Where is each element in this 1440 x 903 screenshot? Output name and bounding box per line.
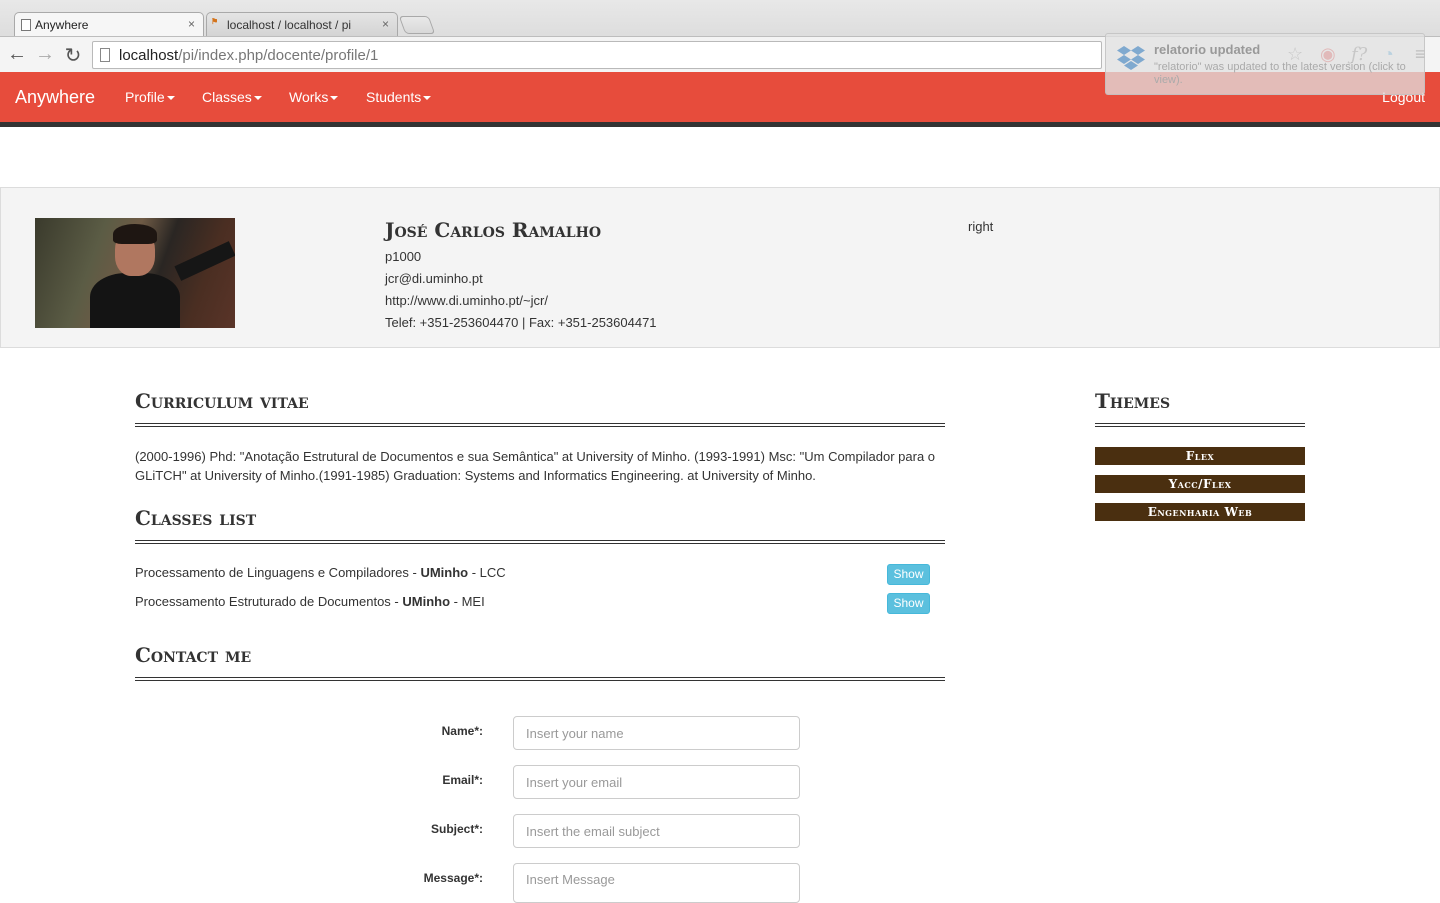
caret-down-icon xyxy=(166,96,175,101)
close-icon[interactable]: × xyxy=(188,17,195,31)
name-label: Name*: xyxy=(441,724,483,738)
nav-works[interactable]: Works xyxy=(289,89,339,105)
subject-input[interactable] xyxy=(513,814,800,848)
address-bar[interactable]: localhost/pi/index.php/docente/profile/1 xyxy=(92,41,1102,69)
tab-label: Anywhere xyxy=(35,17,89,32)
classes-title: Classes list xyxy=(135,506,257,530)
nav-classes[interactable]: Classes xyxy=(202,89,262,105)
class-row: Processamento de Linguagens e Compilador… xyxy=(135,565,506,580)
url-host: localhost xyxy=(119,46,179,64)
profile-name: José Carlos Ramalho xyxy=(385,218,602,242)
nav-profile[interactable]: Profile xyxy=(125,89,175,105)
message-label: Message*: xyxy=(423,871,483,885)
message-input[interactable] xyxy=(513,863,800,903)
classes-rule xyxy=(135,540,945,544)
notification-message: "relatorio" was updated to the latest ve… xyxy=(1154,61,1406,86)
dropbox-icon xyxy=(1117,46,1145,70)
phpmyadmin-icon: ⚑ xyxy=(211,17,219,26)
navbar-border xyxy=(0,122,1440,127)
name-input[interactable] xyxy=(513,716,800,750)
caret-down-icon xyxy=(330,96,339,101)
page-icon xyxy=(21,19,31,31)
profile-website[interactable]: http://www.di.uminho.pt/~jcr/ xyxy=(385,293,548,308)
email-input[interactable] xyxy=(513,765,800,799)
email-label: Email*: xyxy=(442,773,483,787)
tab-phpmyadmin[interactable]: ⚑ localhost / localhost / pi × xyxy=(206,12,398,36)
subject-label: Subject*: xyxy=(430,822,483,836)
new-tab-button[interactable] xyxy=(398,16,436,34)
forward-arrow-icon[interactable]: → xyxy=(33,43,57,66)
brand-link[interactable]: Anywhere xyxy=(15,87,95,108)
profile-code: p1000 xyxy=(385,249,422,264)
contact-rule xyxy=(135,677,945,681)
theme-badge-engenharia-web[interactable]: Engenharia Web xyxy=(1095,503,1305,521)
themes-title: Themes xyxy=(1095,389,1171,413)
profile-email[interactable]: jcr@di.uminho.pt xyxy=(385,271,483,286)
tab-anywhere[interactable]: Anywhere × xyxy=(14,12,204,36)
caret-down-icon xyxy=(423,96,432,101)
tab-label: localhost / localhost / pi xyxy=(227,17,352,32)
themes-rule xyxy=(1095,423,1305,427)
back-arrow-icon[interactable]: ← xyxy=(5,43,29,66)
show-class-button[interactable]: Show xyxy=(887,564,930,585)
contact-title: Contact me xyxy=(135,643,252,667)
caret-down-icon xyxy=(253,96,262,101)
cv-text: (2000-1996) Phd: "Anotação Estrutural de… xyxy=(135,449,936,483)
close-icon[interactable]: × xyxy=(382,17,389,31)
profile-phone: Telef: +351-253604470 | Fax: +351-253604… xyxy=(385,315,657,330)
dropbox-notification[interactable]: relatorio updated "relatorio" was update… xyxy=(1105,33,1425,95)
tab-strip: Anywhere × ⚑ localhost / localhost / pi … xyxy=(0,8,1440,36)
profile-right-text: right xyxy=(968,219,994,234)
profile-header: José Carlos Ramalho p1000 jcr@di.uminho.… xyxy=(0,187,1440,348)
nav-students[interactable]: Students xyxy=(366,89,432,105)
notification-title: relatorio updated xyxy=(1154,42,1261,57)
show-class-button[interactable]: Show xyxy=(887,593,930,614)
url-path: /pi/index.php/docente/profile/1 xyxy=(178,46,379,64)
theme-badge-flex[interactable]: Flex xyxy=(1095,447,1305,465)
theme-badge-yacc-flex[interactable]: Yacc/Flex xyxy=(1095,475,1305,493)
class-row: Processamento Estruturado de Documentos … xyxy=(135,594,485,609)
page-icon xyxy=(100,48,110,62)
profile-photo xyxy=(35,218,235,328)
cv-rule xyxy=(135,423,945,427)
reload-icon[interactable]: ↻ xyxy=(61,43,85,68)
cv-title: Curriculum vitae xyxy=(135,389,309,413)
